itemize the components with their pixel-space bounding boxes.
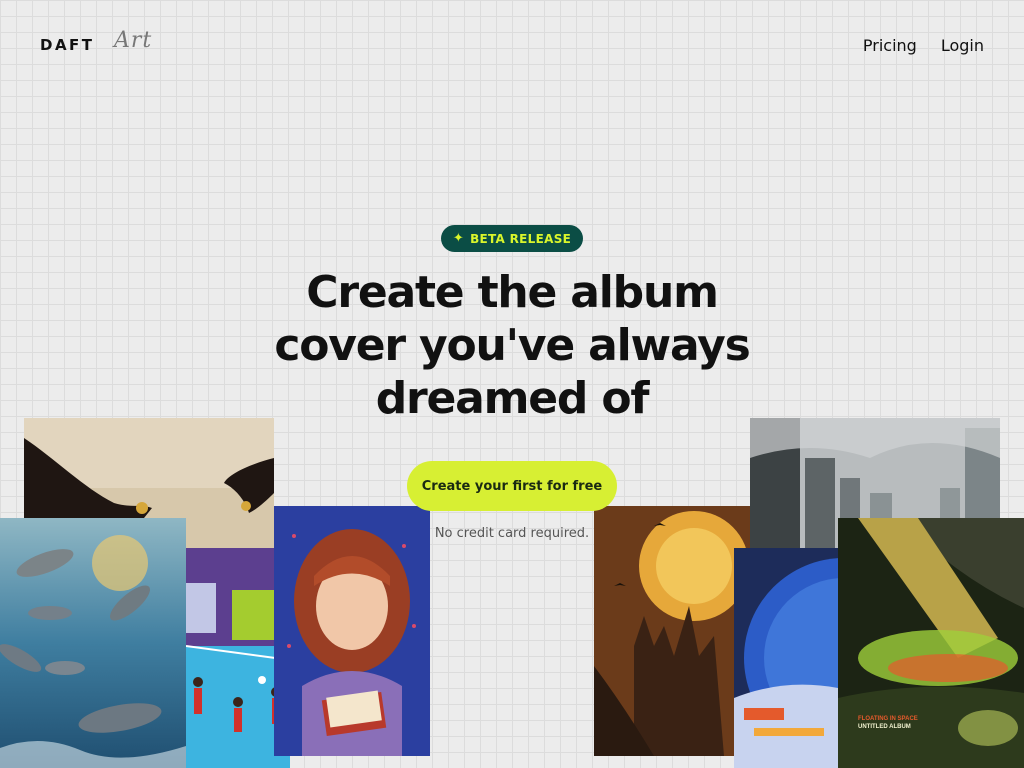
hero-section: ✦ BETA RELEASE Create the album cover yo… — [0, 225, 1024, 541]
album-title-text: FLOATING IN SPACE — [858, 716, 918, 722]
artwork-floating-in-space-album: FLOATING IN SPACE UNTITLED ALBUM — [838, 518, 1024, 768]
create-first-cta-button[interactable]: Create your first for free — [407, 461, 617, 511]
artwork-girl-reading — [274, 506, 430, 756]
top-navigation: DAFT Art Pricing Login — [0, 0, 1024, 90]
album-subtitle-text: UNTITLED ALBUM — [858, 724, 911, 730]
nav-link-pricing[interactable]: Pricing — [863, 36, 917, 55]
beta-badge: ✦ BETA RELEASE — [440, 225, 584, 252]
hero-headline: Create the album cover you've always dre… — [274, 267, 750, 424]
artwork-space-station — [734, 548, 838, 768]
artwork-castle-moon — [594, 506, 750, 756]
badge-label: BETA RELEASE — [470, 231, 572, 246]
logo-wordmark: DAFT — [40, 36, 95, 54]
sparkle-icon: ✦ — [452, 231, 465, 246]
no-credit-card-note: No credit card required. — [434, 526, 590, 541]
logo-script: Art — [114, 28, 153, 53]
artwork-dolphins — [0, 518, 186, 768]
nav-links: Pricing Login — [863, 36, 984, 55]
nav-link-login[interactable]: Login — [941, 36, 984, 55]
